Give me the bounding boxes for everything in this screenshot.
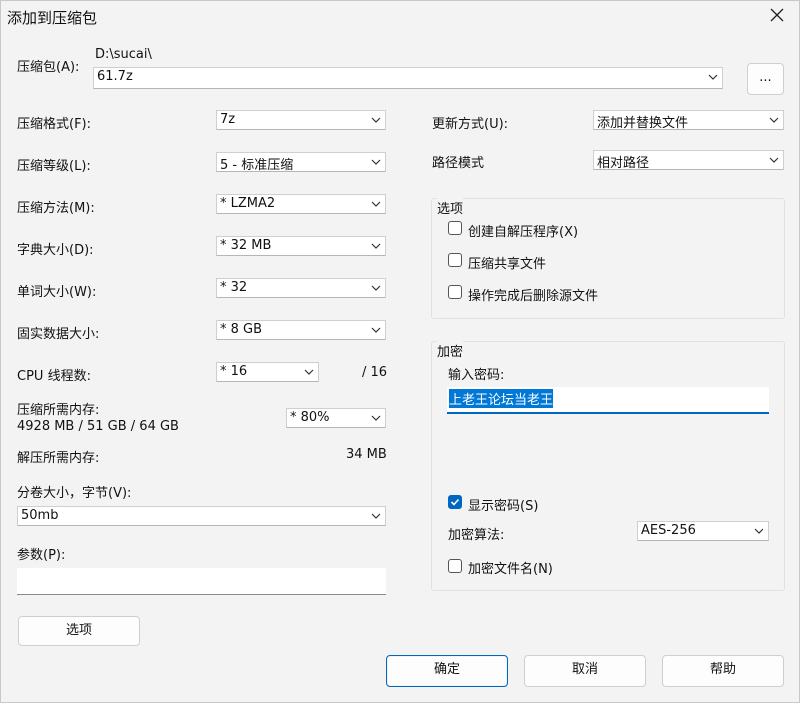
format-label: 压缩格式(F):	[17, 117, 92, 132]
encryption-method-combo[interactable]: AES-256	[637, 521, 769, 541]
chevron-down-icon	[371, 117, 381, 123]
method-label: 压缩方法(M):	[17, 201, 95, 216]
method-combo[interactable]: * LZMA2	[216, 194, 386, 214]
cancel-button[interactable]: 取消	[524, 655, 646, 687]
compress-memory-value: 4928 MB / 51 GB / 64 GB	[17, 419, 179, 434]
cpu-threads-max: / 16	[362, 365, 388, 380]
format-value: 7z	[220, 112, 236, 127]
level-combo[interactable]: 5 - 标准压缩	[216, 152, 386, 173]
sfx-label: 创建自解压程序(X)	[468, 225, 579, 240]
show-password-checkbox[interactable]	[448, 495, 462, 509]
solid-block-value: * 8 GB	[220, 322, 263, 337]
help-button[interactable]: 帮助	[662, 655, 784, 687]
dictionary-label: 字典大小(D):	[17, 243, 94, 258]
cpu-threads-combo[interactable]: * 16	[216, 362, 319, 382]
encrypt-filenames-label: 加密文件名(N)	[468, 562, 553, 577]
chevron-down-icon	[371, 243, 381, 249]
close-button[interactable]	[763, 3, 789, 29]
update-mode-label: 更新方式(U):	[432, 117, 509, 132]
encryption-method-label: 加密算法:	[448, 528, 505, 543]
options-group-title: 选项	[437, 198, 464, 217]
cpu-threads-value: * 16	[220, 364, 248, 379]
title-bar: 添加到压缩包	[1, 1, 799, 31]
checkmark-icon	[450, 498, 460, 506]
browse-button[interactable]: ...	[747, 63, 784, 95]
encryption-group-title: 加密	[437, 341, 464, 360]
level-label: 压缩等级(L):	[17, 159, 91, 174]
format-combo[interactable]: 7z	[216, 110, 386, 130]
memory-percent-combo[interactable]: * 80%	[286, 408, 386, 428]
encryption-method-value: AES-256	[641, 523, 696, 538]
chevron-down-icon	[754, 528, 764, 534]
parameters-input[interactable]	[17, 568, 386, 595]
close-icon	[770, 8, 784, 21]
dictionary-combo[interactable]: * 32 MB	[216, 236, 386, 256]
word-size-label: 单词大小(W):	[17, 285, 97, 300]
compress-memory-label: 压缩所需内存:	[17, 403, 100, 418]
archive-label: 压缩包(A):	[17, 60, 80, 75]
options-button[interactable]: 选项	[18, 616, 140, 646]
path-mode-value: 相对路径	[597, 156, 650, 171]
solid-block-combo[interactable]: * 8 GB	[216, 320, 386, 340]
archive-name-combo[interactable]: 61.7z	[93, 67, 723, 89]
update-mode-combo[interactable]: 添加并替换文件	[593, 110, 784, 131]
ok-button[interactable]: 确定	[386, 655, 508, 687]
decompress-memory-label: 解压所需内存:	[17, 451, 100, 466]
method-value: * LZMA2	[220, 196, 276, 211]
sfx-checkbox[interactable]	[448, 221, 462, 235]
chevron-down-icon	[371, 327, 381, 333]
memory-percent-value: * 80%	[290, 410, 330, 425]
update-mode-value: 添加并替换文件	[597, 116, 689, 131]
chevron-down-icon	[304, 369, 314, 375]
delete-source-checkbox[interactable]	[448, 285, 462, 299]
level-value: 5 - 标准压缩	[220, 158, 294, 173]
split-size-value: 50mb	[21, 508, 59, 523]
chevron-down-icon	[371, 415, 381, 421]
path-mode-combo[interactable]: 相对路径	[593, 150, 784, 171]
password-input[interactable]: 上老王论坛当老王	[447, 387, 769, 414]
parameters-label: 参数(P):	[17, 548, 66, 563]
chevron-down-icon	[769, 117, 779, 123]
chevron-down-icon	[708, 74, 718, 80]
chevron-down-icon	[371, 285, 381, 291]
archive-name-value: 61.7z	[97, 69, 133, 84]
delete-source-label: 操作完成后删除源文件	[468, 289, 599, 304]
show-password-label: 显示密码(S)	[468, 499, 539, 514]
split-size-combo[interactable]: 50mb	[17, 506, 386, 526]
add-to-archive-dialog: 添加到压缩包 压缩包(A): D:\sucai\ 61.7z ... 压缩格式(…	[0, 0, 800, 703]
solid-block-label: 固实数据大小:	[17, 327, 100, 342]
shared-files-label: 压缩共享文件	[468, 257, 547, 272]
chevron-down-icon	[371, 513, 381, 519]
split-size-label: 分卷大小，字节(V):	[17, 486, 132, 501]
word-size-combo[interactable]: * 32	[216, 278, 386, 298]
archive-path: D:\sucai\	[95, 47, 152, 62]
dictionary-value: * 32 MB	[220, 238, 272, 253]
chevron-down-icon	[769, 157, 779, 163]
encrypt-filenames-checkbox[interactable]	[448, 559, 462, 573]
decompress-memory-value: 34 MB	[346, 447, 387, 462]
chevron-down-icon	[371, 201, 381, 207]
window-title: 添加到压缩包	[7, 9, 98, 27]
path-mode-label: 路径模式	[432, 156, 485, 171]
cpu-threads-label: CPU 线程数:	[17, 369, 91, 384]
password-label: 输入密码:	[448, 368, 505, 383]
word-size-value: * 32	[220, 280, 248, 295]
shared-files-checkbox[interactable]	[448, 253, 462, 267]
password-value: 上老王论坛当老王	[449, 389, 554, 408]
chevron-down-icon	[371, 159, 381, 165]
